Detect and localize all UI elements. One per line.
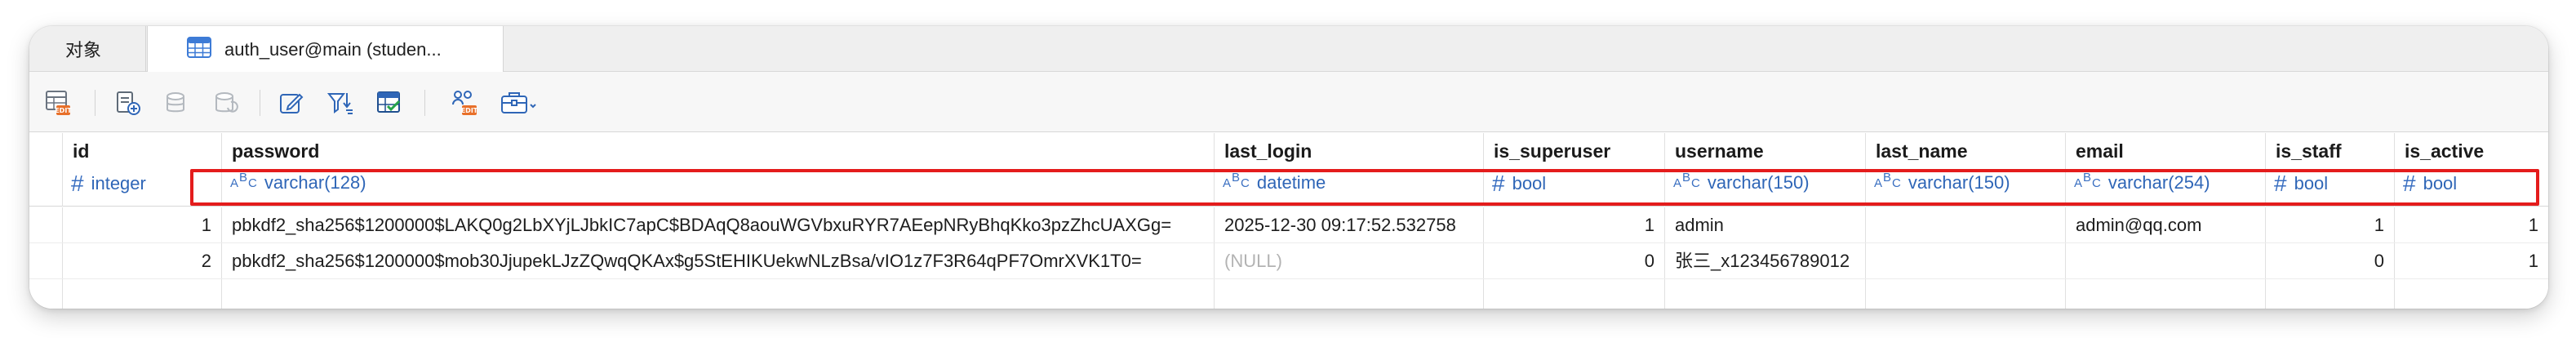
column-name: is_superuser — [1494, 140, 1611, 162]
delete-record-icon[interactable] — [160, 86, 194, 120]
column-name: password — [232, 140, 320, 162]
export-icon[interactable]: EDIT — [447, 86, 482, 120]
cell-last-login[interactable]: 2025-12-30 09:17:52.532758 — [1214, 207, 1483, 242]
tab-objects[interactable]: 对象 — [29, 26, 146, 72]
cell-email[interactable] — [2065, 243, 2265, 278]
grid-view-icon[interactable] — [372, 86, 406, 120]
empty-cell — [2065, 279, 2265, 309]
empty-cell — [221, 279, 1214, 309]
tab-auth-user[interactable]: auth_user@main (studen... — [147, 26, 504, 73]
cell-is-superuser[interactable]: 0 — [1483, 243, 1664, 278]
toolbar-separator — [424, 90, 425, 116]
svg-text:EDIT: EDIT — [55, 107, 72, 114]
tab-auth-user-label: auth_user@main (studen... — [224, 38, 442, 60]
tab-objects-label: 对象 — [65, 40, 102, 60]
empty-cell — [1865, 279, 2065, 309]
add-record-icon[interactable] — [111, 86, 145, 120]
cell-username[interactable]: 张三_x123456789012 — [1664, 243, 1865, 278]
table-row[interactable]: 1 pbkdf2_sha256$1200000$LAKQ0g2LbXYjLJbk… — [29, 207, 2548, 242]
edit-icon[interactable] — [274, 86, 309, 120]
cell-is-staff[interactable]: 0 — [2265, 243, 2394, 278]
row-highlight-box — [190, 169, 2539, 206]
svg-text:EDIT: EDIT — [461, 107, 478, 114]
more-tools-icon[interactable] — [496, 86, 542, 120]
empty-cell — [1214, 279, 1483, 309]
empty-cell — [2394, 279, 2548, 309]
column-name: id — [73, 140, 90, 162]
cell-id[interactable]: 2 — [62, 243, 221, 278]
column-name: email — [2076, 140, 2124, 162]
column-name: is_active — [2405, 140, 2485, 162]
cell-id[interactable]: 1 — [62, 207, 221, 242]
table-edit-icon[interactable]: EDIT — [41, 86, 75, 120]
navicat-window: 对象 auth_user@main (studen... EDIT EDIT i… — [29, 26, 2548, 309]
table-icon — [187, 36, 211, 63]
number-type-icon: # — [71, 171, 84, 196]
cell-is-active[interactable]: 1 — [2394, 207, 2548, 242]
column-name: last_login — [1224, 140, 1312, 162]
empty-cell — [62, 279, 221, 309]
cell-is-active[interactable]: 1 — [2394, 243, 2548, 278]
data-grid: id # integer password ABC varchar(128) l… — [29, 133, 2548, 309]
refresh-icon[interactable] — [209, 86, 243, 120]
empty-row — [29, 279, 2548, 309]
column-type-label: integer — [91, 173, 146, 193]
toolbar: EDIT EDIT — [29, 72, 2548, 132]
empty-cell — [2265, 279, 2394, 309]
table-row[interactable]: 2 pbkdf2_sha256$1200000$mob30JjupekLJzZQ… — [29, 243, 2548, 278]
cell-last-login[interactable]: (NULL) — [1214, 243, 1483, 278]
cell-last-name[interactable] — [1865, 207, 2065, 242]
column-name: is_staff — [2276, 140, 2342, 162]
empty-cell — [1483, 279, 1664, 309]
filter-sort-icon[interactable] — [323, 86, 358, 120]
cell-last-name[interactable] — [1865, 243, 2065, 278]
column-name: last_name — [1876, 140, 1968, 162]
cell-is-staff[interactable]: 1 — [2265, 207, 2394, 242]
cell-username[interactable]: admin — [1664, 207, 1865, 242]
cell-email[interactable]: admin@qq.com — [2065, 207, 2265, 242]
cell-is-superuser[interactable]: 1 — [1483, 207, 1664, 242]
empty-cell — [1664, 279, 1865, 309]
tab-bar: 对象 auth_user@main (studen... — [29, 26, 2548, 73]
column-name: username — [1675, 140, 1764, 162]
cell-password[interactable]: pbkdf2_sha256$1200000$mob30JjupekLJzZQwq… — [221, 243, 1214, 278]
column-type: # integer — [71, 172, 146, 195]
cell-password[interactable]: pbkdf2_sha256$1200000$LAKQ0g2LbXYjLJbkIC… — [221, 207, 1214, 242]
